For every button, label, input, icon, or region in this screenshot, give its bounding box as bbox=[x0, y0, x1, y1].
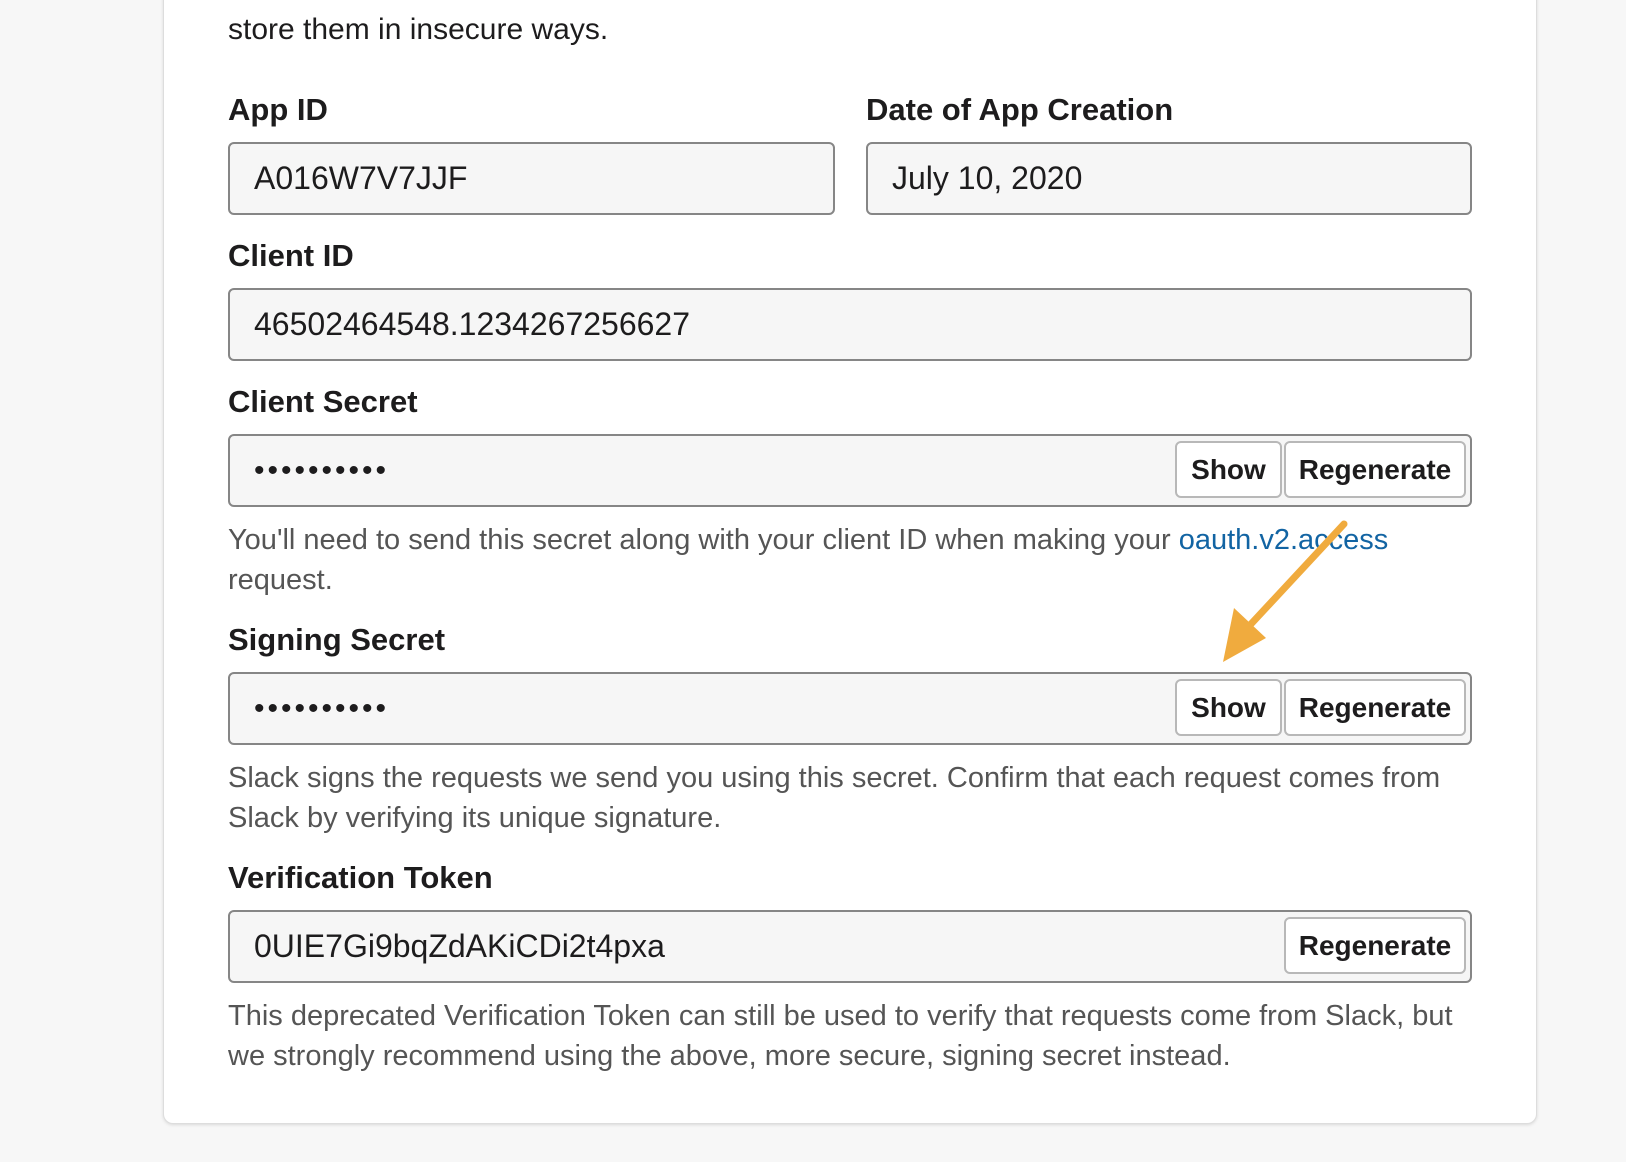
date-created-value: July 10, 2020 bbox=[892, 160, 1083, 196]
client-secret-masked-value: •••••••••• bbox=[254, 453, 390, 487]
date-created-label: Date of App Creation bbox=[866, 92, 1174, 127]
signing-secret-show-button[interactable]: Show bbox=[1175, 679, 1282, 736]
verification-token-regenerate-button[interactable]: Regenerate bbox=[1284, 917, 1466, 974]
app-id-value: A016W7V7JJF bbox=[254, 160, 468, 196]
intro-text: store them in insecure ways. bbox=[228, 13, 609, 46]
oauth-v2-access-link[interactable]: oauth.v2.access bbox=[1179, 524, 1389, 556]
signing-secret-label: Signing Secret bbox=[228, 622, 446, 657]
signing-secret-field[interactable]: •••••••••• Show Regenerate bbox=[228, 672, 1472, 745]
signing-secret-masked-value: •••••••••• bbox=[254, 691, 390, 725]
client-id-value: 46502464548.1234267256627 bbox=[254, 306, 691, 342]
client-id-field[interactable]: 46502464548.1234267256627 bbox=[228, 288, 1472, 361]
client-secret-help-line2: request. bbox=[228, 564, 333, 596]
signing-secret-help-line2: Slack by verifying its unique signature. bbox=[228, 802, 722, 834]
app-id-label: App ID bbox=[228, 92, 328, 127]
client-secret-show-button[interactable]: Show bbox=[1175, 441, 1282, 498]
verification-token-value: 0UIE7Gi9bqZdAKiCDi2t4pxa bbox=[254, 928, 665, 964]
verification-token-field[interactable]: 0UIE7Gi9bqZdAKiCDi2t4pxa Regenerate bbox=[228, 910, 1472, 983]
client-secret-regenerate-button[interactable]: Regenerate bbox=[1284, 441, 1466, 498]
verification-token-help-line1: This deprecated Verification Token can s… bbox=[228, 1000, 1453, 1032]
client-secret-help-line1: You'll need to send this secret along wi… bbox=[228, 520, 1388, 560]
signing-secret-regenerate-button[interactable]: Regenerate bbox=[1284, 679, 1466, 736]
date-created-field[interactable]: July 10, 2020 bbox=[866, 142, 1472, 215]
app-id-field[interactable]: A016W7V7JJF bbox=[228, 142, 835, 215]
client-secret-help-text: You'll need to send this secret along wi… bbox=[228, 524, 1179, 556]
client-secret-label: Client Secret bbox=[228, 384, 418, 419]
verification-token-help-line2: we strongly recommend using the above, m… bbox=[228, 1040, 1231, 1072]
client-secret-field[interactable]: •••••••••• Show Regenerate bbox=[228, 434, 1472, 507]
client-id-label: Client ID bbox=[228, 238, 354, 273]
verification-token-label: Verification Token bbox=[228, 860, 493, 895]
signing-secret-help-line1: Slack signs the requests we send you usi… bbox=[228, 762, 1441, 794]
